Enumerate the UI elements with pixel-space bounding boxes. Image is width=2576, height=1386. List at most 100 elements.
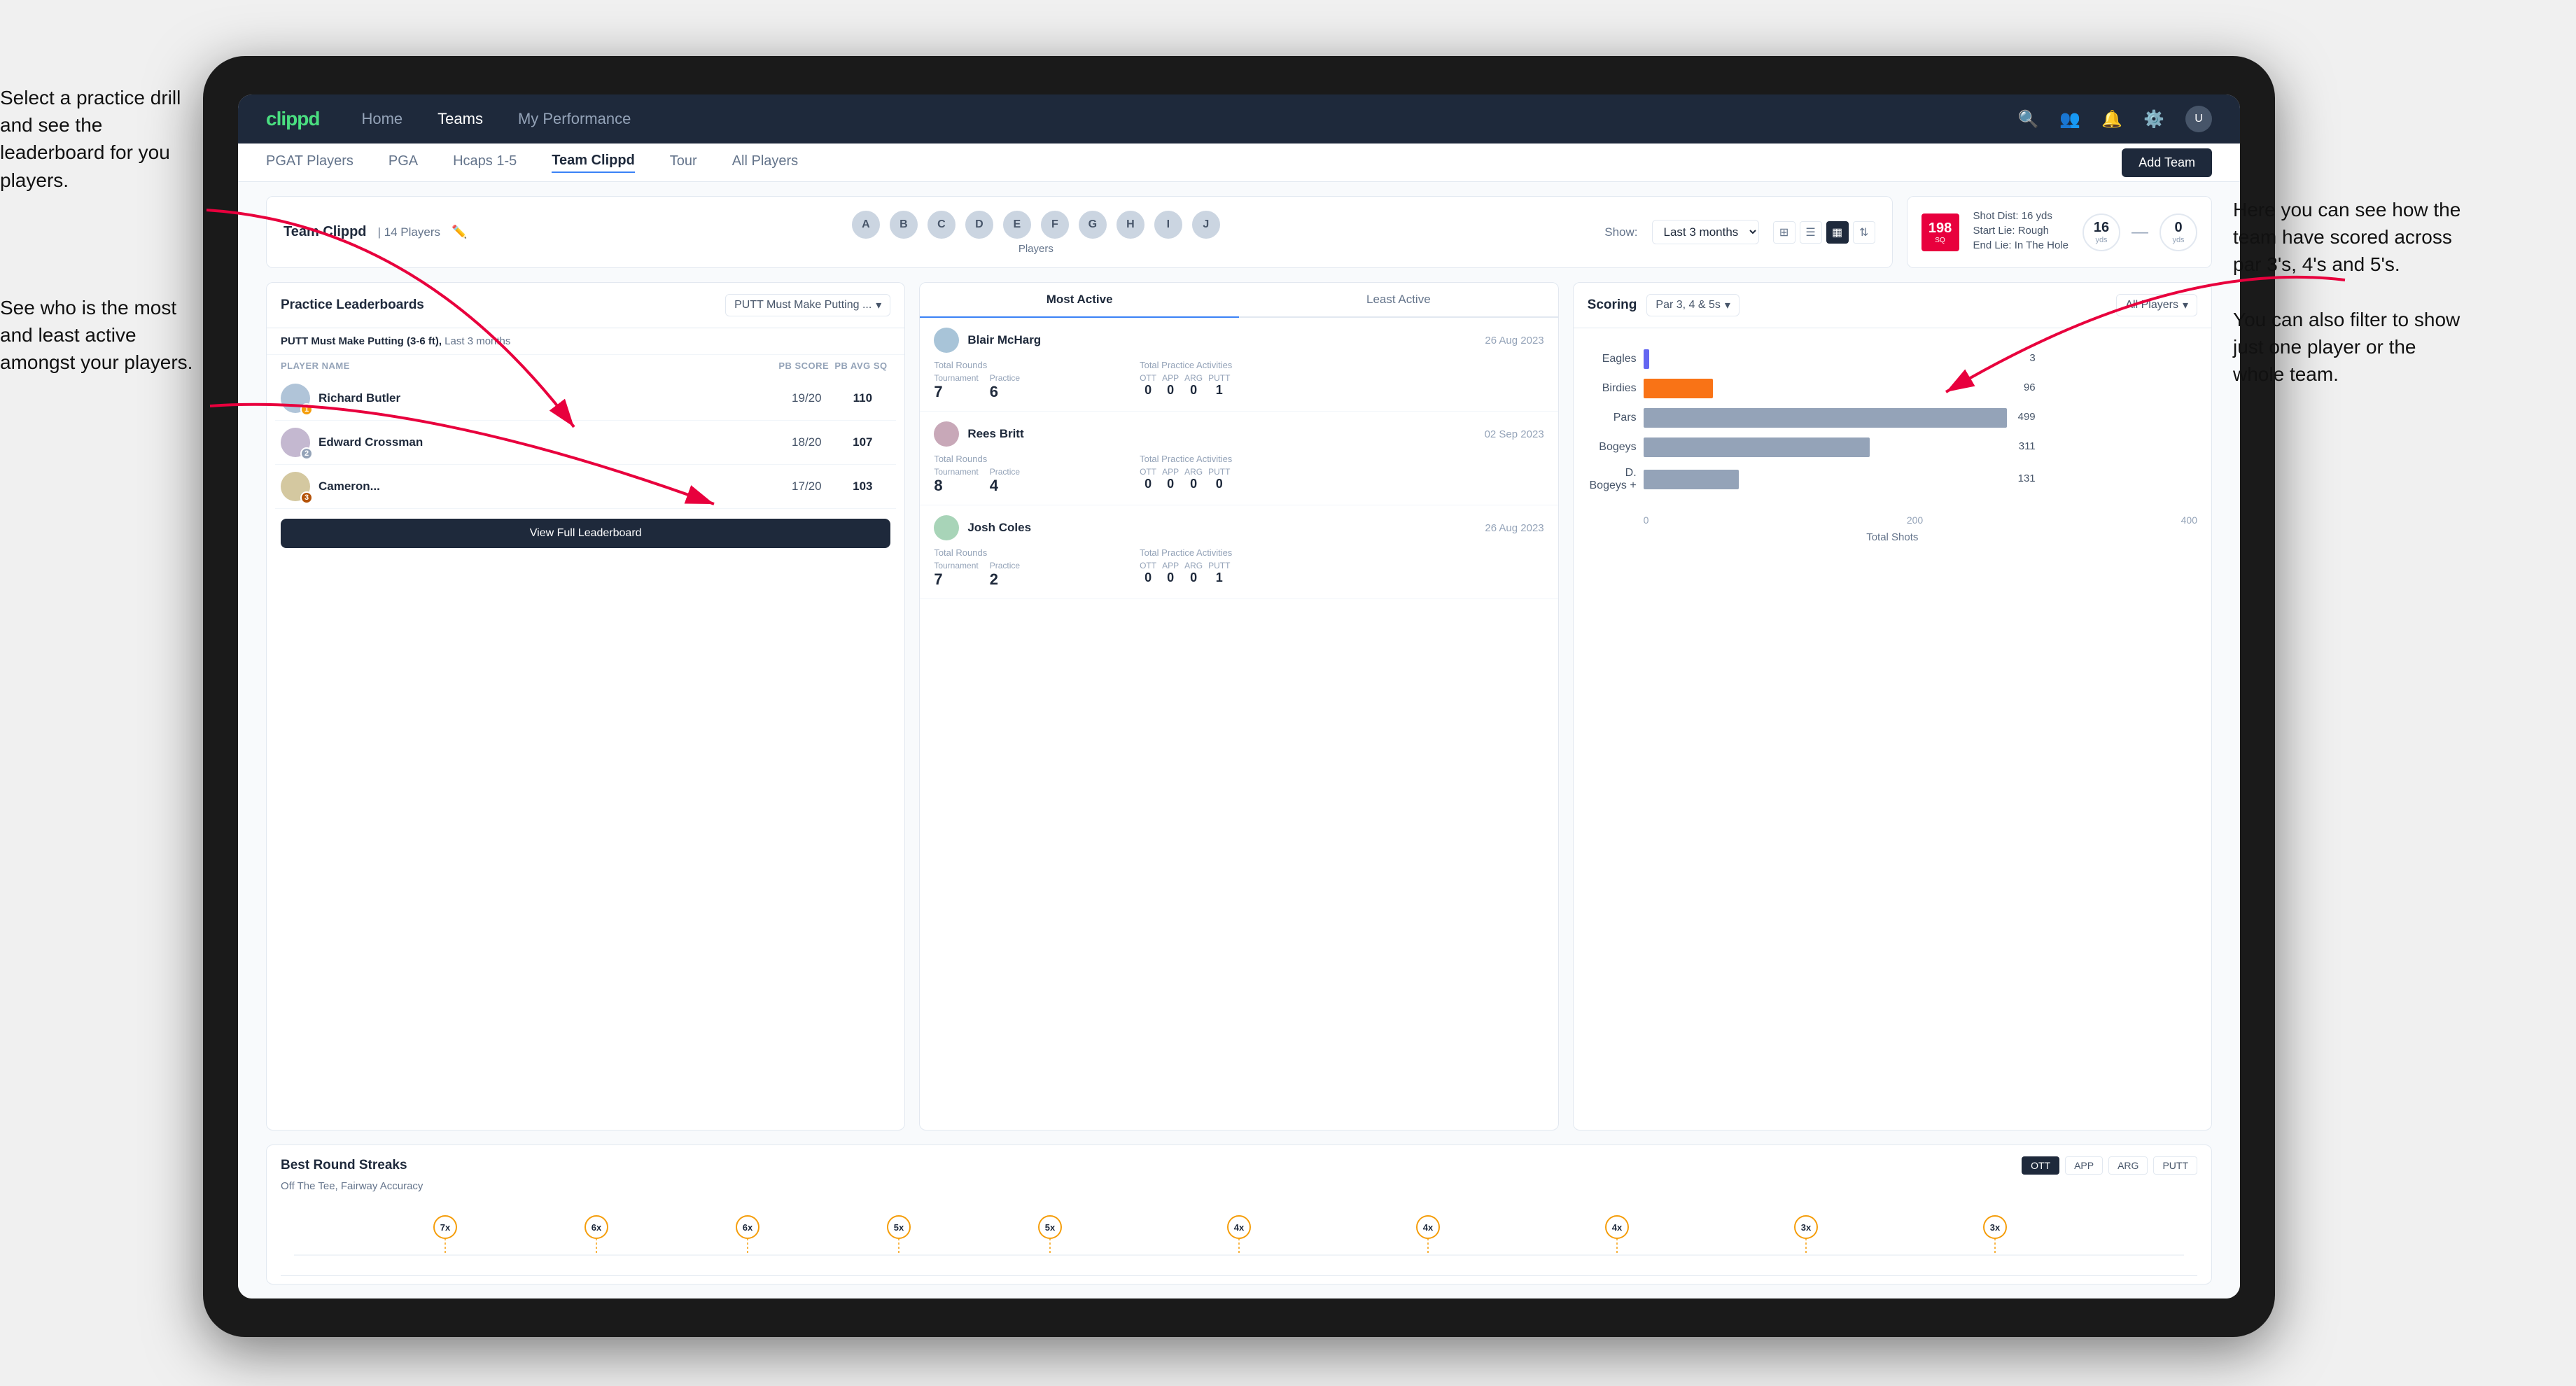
card-view-icon[interactable]: ▦: [1826, 221, 1849, 244]
avatar-7[interactable]: G: [1077, 209, 1108, 240]
add-team-button[interactable]: Add Team: [2122, 148, 2212, 177]
chart-label: Birdies: [1588, 382, 1637, 395]
chart-x-axis: 0200400: [1588, 514, 2197, 526]
ott-3: OTT 0: [1140, 561, 1156, 585]
team-right: Show: Last 3 months ⊞ ☰ ▦ ⇅: [1604, 220, 1875, 244]
chart-bar: [1644, 408, 2007, 428]
activity-name-2: Rees Britt: [967, 427, 1023, 441]
chart-bar-container: 311: [1644, 438, 2008, 457]
subnav-pga[interactable]: PGA: [388, 153, 418, 172]
leaderboard-columns: PLAYER NAME PB SCORE PB AVG SQ: [267, 355, 904, 377]
subnav-tour[interactable]: Tour: [670, 153, 697, 172]
chart-label: D. Bogeys +: [1588, 467, 1637, 492]
nav-home[interactable]: Home: [361, 110, 402, 128]
rank-badge-3: 3: [300, 491, 313, 504]
filter-putt[interactable]: PUTT: [2153, 1156, 2197, 1175]
nav-my-performance[interactable]: My Performance: [518, 110, 631, 128]
players-label: Players: [1018, 243, 1054, 255]
user-avatar[interactable]: U: [2185, 106, 2212, 132]
col-pb-avg: PB AVG SQ: [834, 360, 890, 371]
table-row: 1 Richard Butler 19/20 110: [275, 377, 896, 421]
svg-text:4x: 4x: [1423, 1222, 1434, 1233]
avatar-6[interactable]: F: [1040, 209, 1070, 240]
practice-stat-2: Practice 4: [990, 467, 1020, 495]
show-period-select[interactable]: Last 3 months: [1652, 220, 1759, 244]
player-name-3: Cameron...: [318, 479, 380, 493]
subnav: PGAT Players PGA Hcaps 1-5 Team Clippd T…: [238, 144, 2240, 182]
show-label: Show:: [1604, 225, 1637, 239]
player-avg-3: 103: [834, 479, 890, 493]
avatar-8[interactable]: H: [1115, 209, 1146, 240]
arg-2: ARG 0: [1184, 467, 1203, 491]
tournament-stat-2: Tournament 8: [934, 467, 978, 495]
leaderboard-players: 1 Richard Butler 19/20 110: [267, 377, 904, 509]
leaderboard-dropdown[interactable]: PUTT Must Make Putting ... ▾: [725, 294, 890, 316]
chart-label: Pars: [1588, 412, 1637, 424]
people-icon[interactable]: 👥: [2059, 109, 2080, 130]
tab-least-active[interactable]: Least Active: [1239, 283, 1558, 318]
filter-app[interactable]: APP: [2065, 1156, 2103, 1175]
tab-most-active[interactable]: Most Active: [920, 283, 1239, 318]
avatar-5[interactable]: E: [1002, 209, 1032, 240]
subnav-team-clippd[interactable]: Team Clippd: [552, 153, 635, 173]
filter-ott[interactable]: OTT: [2022, 1156, 2059, 1175]
avatar-2[interactable]: B: [888, 209, 919, 240]
grid-view-icon[interactable]: ⊞: [1773, 221, 1795, 244]
team-title: Team Clippd: [284, 224, 367, 240]
chart-bar-row: Birdies 96: [1588, 379, 2197, 398]
avatar-4[interactable]: D: [964, 209, 995, 240]
col-pb-score: PB SCORE: [778, 360, 834, 371]
filter-icon[interactable]: ⇅: [1853, 221, 1875, 244]
practice-cols-3: OTT 0 APP 0 ARG 0: [1140, 561, 1544, 585]
activity-player-header-3: Josh Coles 26 Aug 2023: [934, 515, 1544, 540]
rounds-row-1: Tournament 7 Practice 6: [934, 373, 1133, 401]
list-view-icon[interactable]: ☰: [1800, 221, 1822, 244]
scoring-players-filter[interactable]: All Players ▾: [2116, 294, 2197, 316]
chart-bar-row: Bogeys 311: [1588, 438, 2197, 457]
yardage-circles: 16 yds — 0 yds: [2082, 214, 2197, 251]
end-lie: End Lie: In The Hole: [1973, 239, 2068, 251]
subnav-hcaps[interactable]: Hcaps 1-5: [453, 153, 517, 172]
scoring-par-filter[interactable]: Par 3, 4 & 5s ▾: [1646, 294, 1740, 316]
avatar-3[interactable]: C: [926, 209, 957, 240]
yardage-2: 0 yds: [2160, 214, 2197, 251]
subnav-all-players[interactable]: All Players: [732, 153, 798, 172]
shot-dist: Shot Dist: 16 yds: [1973, 210, 2068, 222]
view-icons: ⊞ ☰ ▦ ⇅: [1773, 221, 1875, 244]
nav-teams[interactable]: Teams: [438, 110, 483, 128]
putt-2: PUTT 0: [1208, 467, 1230, 491]
edit-icon[interactable]: ✏️: [451, 225, 467, 239]
activity-name-3: Josh Coles: [967, 521, 1031, 535]
rounds-section-1: Total Rounds Tournament 7 Practice 6: [934, 360, 1133, 401]
activity-player-header-1: Blair McHarg 26 Aug 2023: [934, 328, 1544, 353]
search-icon[interactable]: 🔍: [2017, 109, 2038, 130]
dash: —: [2132, 223, 2148, 242]
scoring-chart: Eagles 3 Birdies 96 Pars 499 Bogeys: [1574, 328, 2211, 1130]
activity-stats-1: Total Rounds Tournament 7 Practice 6: [934, 360, 1544, 401]
rounds-section-2: Total Rounds Tournament 8 Practice 4: [934, 454, 1133, 495]
chart-label: Bogeys: [1588, 441, 1637, 454]
avatar-10[interactable]: J: [1191, 209, 1222, 240]
tournament-stat-1: Tournament 7: [934, 373, 978, 401]
chart-bar-row: Eagles 3: [1588, 349, 2197, 369]
avatar-1[interactable]: A: [850, 209, 881, 240]
activity-date-2: 02 Sep 2023: [1485, 428, 1544, 440]
scoring-header: Scoring Par 3, 4 & 5s ▾ All Players ▾: [1574, 283, 2211, 328]
practice-cols-2: OTT 0 APP 0 ARG 0: [1140, 467, 1544, 491]
avatar-9[interactable]: I: [1153, 209, 1184, 240]
yardage-1: 16 yds: [2082, 214, 2120, 251]
subnav-pgat[interactable]: PGAT Players: [266, 153, 354, 172]
streaks-section: Best Round Streaks OTT APP ARG PUTT Off …: [266, 1144, 2212, 1284]
filter-arg[interactable]: ARG: [2108, 1156, 2148, 1175]
settings-icon[interactable]: ⚙️: [2143, 109, 2164, 130]
chart-bar-container: 131: [1644, 470, 2008, 489]
view-full-leaderboard-button[interactable]: View Full Leaderboard: [281, 519, 890, 548]
scoring-panel: Scoring Par 3, 4 & 5s ▾ All Players ▾ Ea…: [1573, 282, 2212, 1130]
nav-items: Home Teams My Performance: [361, 110, 1975, 128]
col-player-name: PLAYER NAME: [281, 360, 778, 371]
practice-activities-label-2: Total Practice Activities: [1140, 454, 1544, 464]
bell-icon[interactable]: 🔔: [2101, 109, 2122, 130]
svg-text:6x: 6x: [743, 1222, 753, 1233]
player-avatars-section: A B C D E F G H I J Players: [850, 209, 1222, 255]
navbar: clippd Home Teams My Performance 🔍 👥 🔔 ⚙…: [238, 94, 2240, 144]
